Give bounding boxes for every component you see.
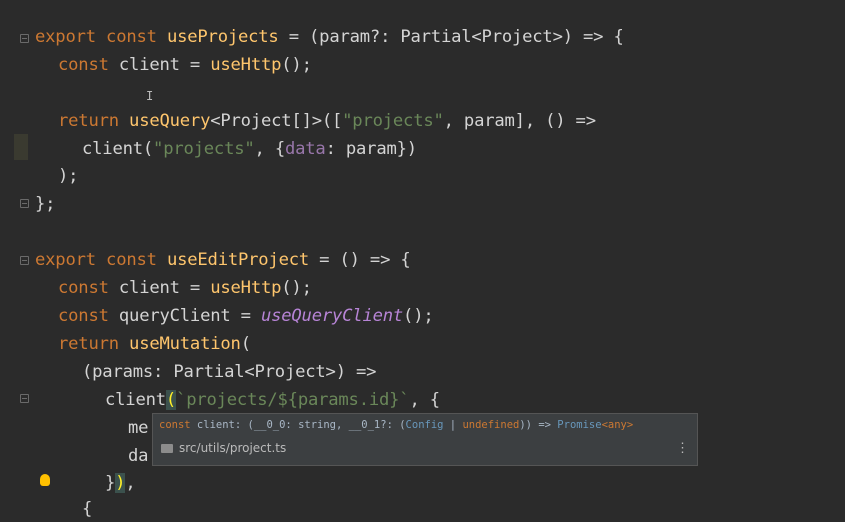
text-cursor: I (146, 89, 154, 103)
code-line-12: client(`projects/${params.id}`, { (105, 390, 440, 410)
code-line-1: export const useProjects = (param?: Part… (35, 27, 624, 47)
code-line-11: (params: Partial<Project>) => (82, 362, 377, 382)
folder-icon (161, 444, 173, 453)
lightbulb-icon[interactable] (40, 474, 50, 486)
code-line-6: }; (35, 194, 56, 214)
code-line-2: const client = useHttp(); (58, 55, 312, 75)
code-line-13: me (128, 418, 149, 438)
code-line-14: da (128, 446, 149, 466)
fold-icon[interactable] (20, 34, 29, 43)
code-line-16: { (82, 499, 93, 519)
code-line-4: client("projects", {data: param}) (82, 139, 417, 159)
code-line-9: const queryClient = useQueryClient(); (58, 306, 434, 326)
code-line-3: return useQuery<Project[]>(["projects", … (58, 111, 596, 131)
fold-icon[interactable] (20, 394, 29, 403)
source-location[interactable]: src/utils/project.ts (161, 441, 286, 455)
code-line-7: export const useEditProject = () => { (35, 250, 411, 270)
fold-icon[interactable] (20, 256, 29, 265)
more-options-icon[interactable]: ⋮ (676, 441, 689, 456)
code-line-15: }), (105, 473, 136, 493)
fold-icon[interactable] (20, 199, 29, 208)
code-line-5: ); (58, 166, 79, 186)
code-line-10: return useMutation( (58, 334, 251, 354)
code-line-8: const client = useHttp(); (58, 278, 312, 298)
signature-tooltip: const client: (__0_0: string, __0_1?: (C… (152, 413, 698, 466)
signature-text: const client: (__0_0: string, __0_1?: (C… (159, 419, 634, 431)
